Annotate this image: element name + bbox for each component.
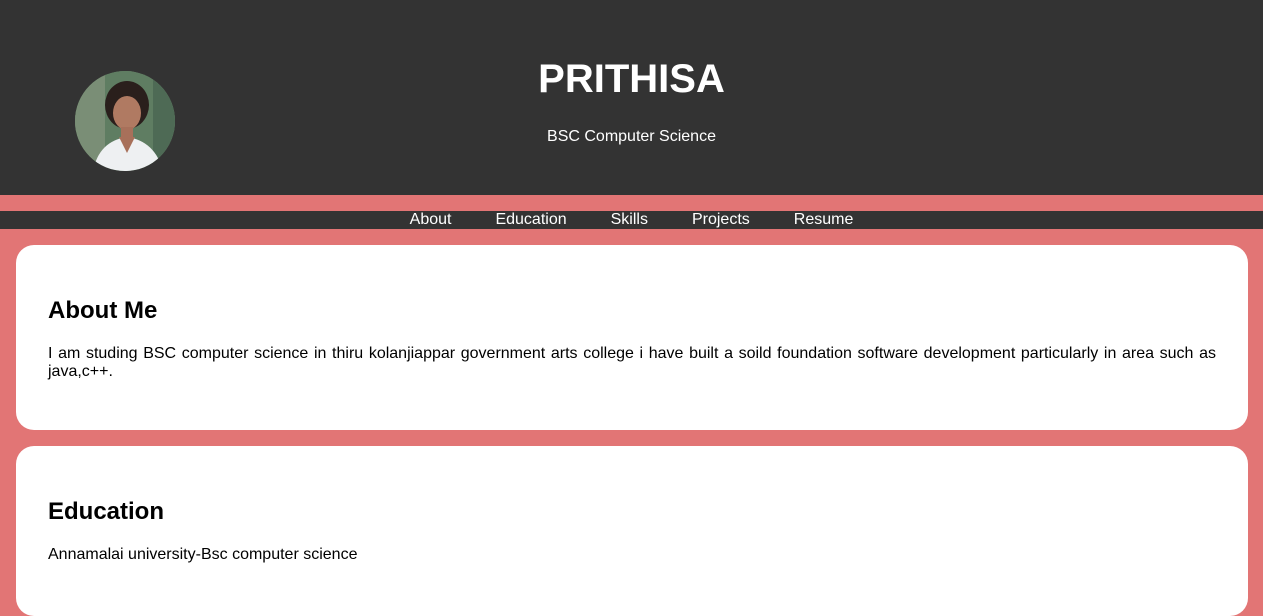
- nav-link-education[interactable]: Education: [495, 211, 566, 229]
- main-nav: About Education Skills Projects Resume: [0, 211, 1263, 229]
- education-text: Annamalai university-Bsc computer scienc…: [48, 546, 358, 563]
- nav-link-skills[interactable]: Skills: [611, 211, 648, 229]
- page-subtitle: BSC Computer Science: [547, 128, 716, 145]
- about-section: About Me I am studing BSC computer scien…: [16, 245, 1248, 430]
- about-heading: About Me: [48, 297, 158, 324]
- nav-link-projects[interactable]: Projects: [692, 211, 750, 229]
- nav-link-about[interactable]: About: [410, 211, 452, 229]
- about-text: I am studing BSC computer science in thi…: [48, 345, 1216, 380]
- education-heading: Education: [48, 498, 165, 525]
- education-section: Education Annamalai university-Bsc compu…: [16, 446, 1248, 616]
- nav-link-resume[interactable]: Resume: [794, 211, 854, 229]
- page-title: PRITHISA: [538, 57, 725, 101]
- site-header: PRITHISA BSC Computer Science: [0, 0, 1263, 195]
